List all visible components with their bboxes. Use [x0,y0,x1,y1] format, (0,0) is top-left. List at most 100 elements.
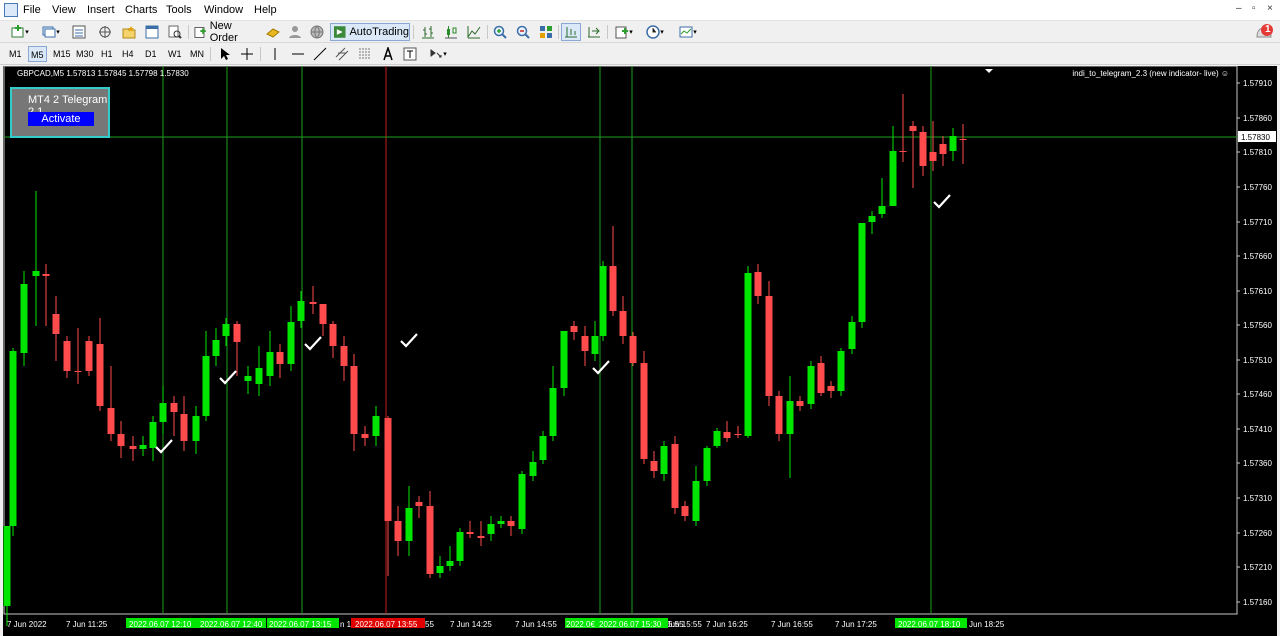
time-label: 7 Jun 16:25 [706,620,748,629]
price-chart[interactable]: 1.57910 1.57860 1.57810 1.57760 1.57710 1.576… [3,66,1277,636]
arrows-icon [430,49,442,58]
current-price-label: 1.57830 [1241,133,1270,142]
vertical-line-icon [274,48,276,60]
tile-windows-button[interactable] [536,23,556,41]
bull-candle [222,324,230,336]
bull-candle [3,526,11,606]
menu-charts[interactable]: Charts [125,4,157,16]
bull-candle [372,416,380,436]
market-button[interactable] [307,23,327,41]
bull-candle [703,448,711,481]
main-toolbar: ▾ ▾ New Order AutoTrading ▾ ▾ ▾ 1 [0,20,1280,58]
trendline-icon [313,47,327,61]
timeframe-h4[interactable]: H4 [120,46,136,62]
price-label: 1.57710 [1243,218,1272,227]
bear-candle [276,352,284,364]
signals-button[interactable] [285,23,305,41]
autotrading-icon [333,26,346,38]
indicators-button[interactable]: ▾ [610,23,638,41]
horizontal-line-tool[interactable] [289,45,307,63]
auto-scroll-button[interactable] [584,23,604,41]
new-chart-button[interactable]: ▾ [5,23,35,41]
bull-candle [139,445,147,449]
bull-candle [878,206,886,214]
text-tool[interactable] [379,45,397,63]
bull-candle [436,566,444,573]
price-label: 1.57260 [1243,529,1272,538]
new-order-icon [194,27,206,38]
bear-candle [233,324,241,342]
timeframe-mn[interactable]: MN [188,46,206,62]
zoom-out-button[interactable] [513,23,533,41]
time-label: 7 Jun 2022 [7,620,47,629]
navigator-button[interactable] [94,23,116,41]
timeframe-h1[interactable]: H1 [99,46,115,62]
menu-view[interactable]: View [52,4,76,16]
chart-shift-button[interactable] [561,23,581,41]
bear-candle [180,414,188,441]
line-chart-button[interactable] [464,23,484,41]
menu-file[interactable]: File [23,4,41,16]
terminal-button[interactable] [141,23,163,41]
bear-candle [63,341,71,371]
time-label-fragment: 5:55 [668,620,684,629]
menu-insert[interactable]: Insert [87,4,115,16]
minimize-icon[interactable]: – [1236,3,1242,14]
new-chart-icon [11,25,24,38]
chart-window[interactable]: 1.57910 1.57860 1.57810 1.57760 1.57710 1.576… [3,66,1277,636]
timeframe-w1[interactable]: W1 [166,46,184,62]
channel-tool[interactable] [333,45,351,63]
activate-button[interactable]: Activate [28,112,94,126]
profiles-icon [42,26,56,38]
notifications-icon[interactable]: 1 [1254,22,1274,42]
periods-button[interactable]: ▾ [641,23,669,41]
strategy-tester-button[interactable] [164,23,186,41]
autotrading-button[interactable]: AutoTrading [330,23,410,41]
bear-candle [723,432,731,438]
crosshair-tool[interactable] [238,45,256,63]
magnifier-icon [168,25,182,39]
fibonacci-tool[interactable] [356,45,374,63]
horizontal-line-icon [292,53,304,55]
gold-button[interactable] [263,23,283,41]
price-label: 1.57910 [1243,79,1272,88]
timeframe-m5[interactable]: M5 [28,46,47,62]
close-icon[interactable]: × [1267,3,1273,14]
menu-help[interactable]: Help [254,4,277,16]
bar-chart-button[interactable] [418,23,438,41]
profiles-button[interactable]: ▾ [37,23,65,41]
telegram-panel: MT4 2 Telegram 2.1 Activate [10,87,110,138]
bear-candle [570,326,578,332]
menu-window[interactable]: Window [204,4,243,16]
restore-icon[interactable]: ▫ [1252,3,1256,14]
bull-candle [287,322,295,364]
bull-candle [255,368,263,384]
templates-button[interactable]: ▾ [673,23,703,41]
market-watch-button[interactable] [68,23,90,41]
timeframe-m15[interactable]: M15 [51,46,73,62]
vertical-line-tool[interactable] [266,45,284,63]
bear-candle [581,336,589,351]
menu-tools[interactable]: Tools [166,4,192,16]
text-label-tool[interactable] [401,45,419,63]
timeframe-m30[interactable]: M30 [74,46,96,62]
timeframe-m1[interactable]: M1 [7,46,24,62]
gold-bar-icon [266,28,280,38]
zoom-in-button[interactable] [490,23,510,41]
bear-candle [42,274,50,276]
auto-scroll-icon [588,27,600,38]
zoom-out-icon [516,25,530,39]
data-window-button[interactable] [118,23,140,41]
bull-candle [32,271,40,276]
price-label: 1.57610 [1243,287,1272,296]
cursor-tool[interactable] [215,45,233,63]
fibonacci-icon [359,48,371,59]
new-order-button[interactable]: New Order [191,20,259,44]
timeframe-d1[interactable]: D1 [143,46,159,62]
price-label: 1.57160 [1243,598,1272,607]
arrows-tool[interactable]: ▾ [424,45,452,63]
candlestick-button[interactable] [441,23,461,41]
bear-candle [734,434,742,435]
trendline-tool[interactable] [311,45,329,63]
bull-candle [560,331,568,388]
